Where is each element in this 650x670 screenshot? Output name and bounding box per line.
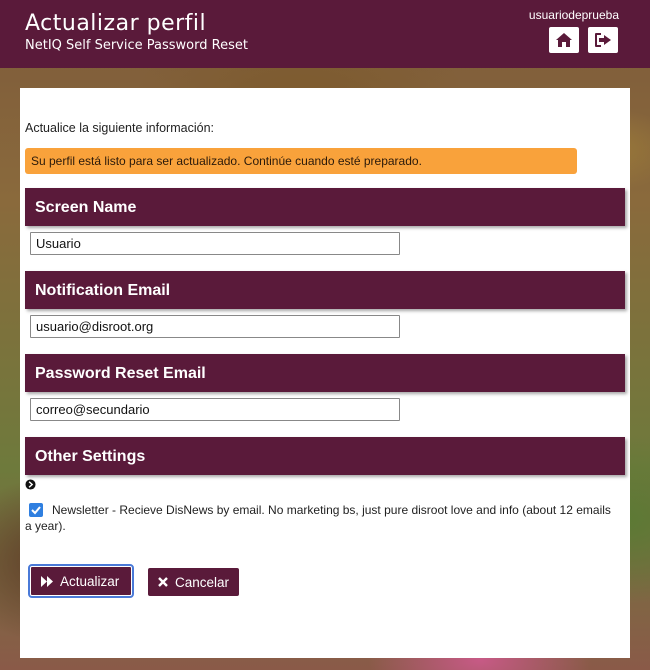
logout-icon	[595, 33, 611, 47]
logout-button[interactable]	[588, 27, 618, 53]
newsletter-label: Newsletter - Recieve DisNews by email. N…	[25, 503, 611, 533]
cancel-button[interactable]: Cancelar	[148, 568, 239, 596]
top-header: Actualizar perfil NetIQ Self Service Pas…	[0, 0, 650, 68]
username-label: usuariodeprueba	[528, 8, 619, 22]
page-title: Actualizar perfil	[25, 11, 207, 36]
section-screen-name: Screen Name	[25, 188, 625, 226]
app-subtitle: NetIQ Self Service Password Reset	[25, 38, 248, 53]
home-button[interactable]	[549, 27, 579, 53]
intro-text: Actualice la siguiente información:	[25, 121, 214, 135]
checkmark-icon	[31, 506, 41, 515]
section-notification-email: Notification Email	[25, 271, 625, 309]
screen-name-input[interactable]	[30, 232, 400, 255]
update-button-label: Actualizar	[60, 573, 120, 589]
notification-email-input[interactable]	[30, 315, 400, 338]
newsletter-checkbox[interactable]	[29, 503, 43, 517]
chevron-right-circle-icon[interactable]	[25, 479, 36, 490]
reset-email-input[interactable]	[30, 398, 400, 421]
fast-forward-icon	[41, 575, 53, 587]
cancel-button-label: Cancelar	[175, 574, 230, 590]
section-other-settings: Other Settings	[25, 437, 625, 475]
newsletter-option: Newsletter - Recieve DisNews by email. N…	[25, 502, 620, 534]
ready-notice: Su perfil está listo para ser actualizad…	[25, 148, 577, 174]
profile-form-panel: Actualice la siguiente información: Su p…	[20, 88, 630, 658]
section-reset-email: Password Reset Email	[25, 354, 625, 392]
home-icon	[556, 33, 572, 47]
update-button[interactable]: Actualizar	[28, 564, 134, 598]
close-icon	[158, 577, 168, 587]
